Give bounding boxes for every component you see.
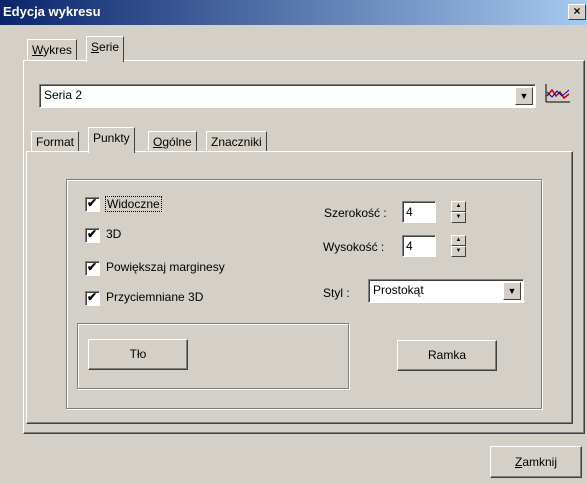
tab-punkty[interactable]: Punkty: [88, 127, 135, 153]
chevron-down-icon[interactable]: ▼: [503, 282, 521, 300]
height-label: Wysokość :: [323, 240, 385, 254]
tab-format-label: Format: [36, 135, 75, 149]
tab-znaczniki-label: Znaczniki: [211, 135, 262, 149]
arrow-down-icon[interactable]: ▼: [451, 212, 466, 223]
arrow-up-icon[interactable]: ▲: [451, 235, 466, 246]
series-chart-icon[interactable]: [544, 82, 572, 104]
height-value: 4: [406, 239, 413, 253]
arrow-up-icon[interactable]: ▲: [451, 201, 466, 212]
tab-ogolne[interactable]: Ogólne: [148, 131, 197, 152]
check-icon: ✔: [87, 196, 98, 210]
title-bar[interactable]: Edycja wykresu ×: [0, 0, 587, 25]
series-select-value: Seria 2: [44, 88, 83, 102]
style-select[interactable]: Prostokąt ▼: [368, 279, 524, 303]
checkbox-expand-margins-label: Powiększaj marginesy: [106, 260, 225, 274]
checkbox-visible[interactable]: ✔: [85, 196, 100, 212]
frame-button[interactable]: Ramka: [397, 340, 497, 371]
width-value: 4: [406, 205, 413, 219]
width-stepper[interactable]: ▲ ▼: [451, 201, 466, 223]
width-label: Szerokość :: [324, 206, 387, 220]
window-title: Edycja wykresu: [3, 4, 101, 19]
tab-wykres-accel: W: [32, 43, 44, 57]
check-icon: ✔: [87, 227, 98, 241]
chevron-down-icon[interactable]: ▼: [515, 87, 533, 105]
tab-serie-accel: S: [91, 40, 100, 54]
close-button[interactable]: Zamknij: [490, 446, 582, 478]
tab-ogolne-accel: O: [153, 135, 163, 149]
tab-serie-label: erie: [99, 40, 120, 54]
tab-serie[interactable]: Serie: [86, 36, 125, 62]
series-select[interactable]: Seria 2 ▼: [39, 84, 536, 108]
tab-wykres-label: ykres: [43, 43, 72, 57]
tab-punkty-label: Punkty: [93, 131, 130, 145]
arrow-down-icon[interactable]: ▼: [451, 246, 466, 257]
tab-ogolne-label: gólne: [162, 135, 192, 149]
checkbox-dark-3d-label: Przyciemniane 3D: [106, 290, 204, 304]
style-label: Styl :: [323, 286, 350, 300]
checkbox-dark-3d[interactable]: ✔: [85, 290, 100, 306]
style-select-value: Prostokąt: [373, 283, 424, 297]
check-icon: ✔: [87, 290, 98, 304]
checkbox-expand-margins[interactable]: ✔: [85, 260, 100, 276]
checkbox-3d-label: 3D: [106, 227, 122, 241]
check-icon: ✔: [87, 260, 98, 274]
height-stepper[interactable]: ▲ ▼: [451, 235, 466, 257]
chart-edit-dialog: Edycja wykresu × Wykres Serie Seria 2 ▼ …: [0, 0, 587, 484]
close-icon[interactable]: ×: [568, 4, 586, 20]
tab-znaczniki[interactable]: Znaczniki: [206, 131, 267, 152]
close-button-label: amknij: [522, 455, 558, 469]
tab-format[interactable]: Format: [31, 131, 80, 152]
background-button[interactable]: Tło: [88, 339, 188, 370]
width-input[interactable]: 4: [402, 201, 436, 223]
checkbox-3d[interactable]: ✔: [85, 227, 100, 243]
checkbox-visible-label: Widoczne: [105, 196, 162, 212]
height-input[interactable]: 4: [402, 235, 436, 257]
tab-wykres[interactable]: Wykres: [27, 39, 77, 60]
